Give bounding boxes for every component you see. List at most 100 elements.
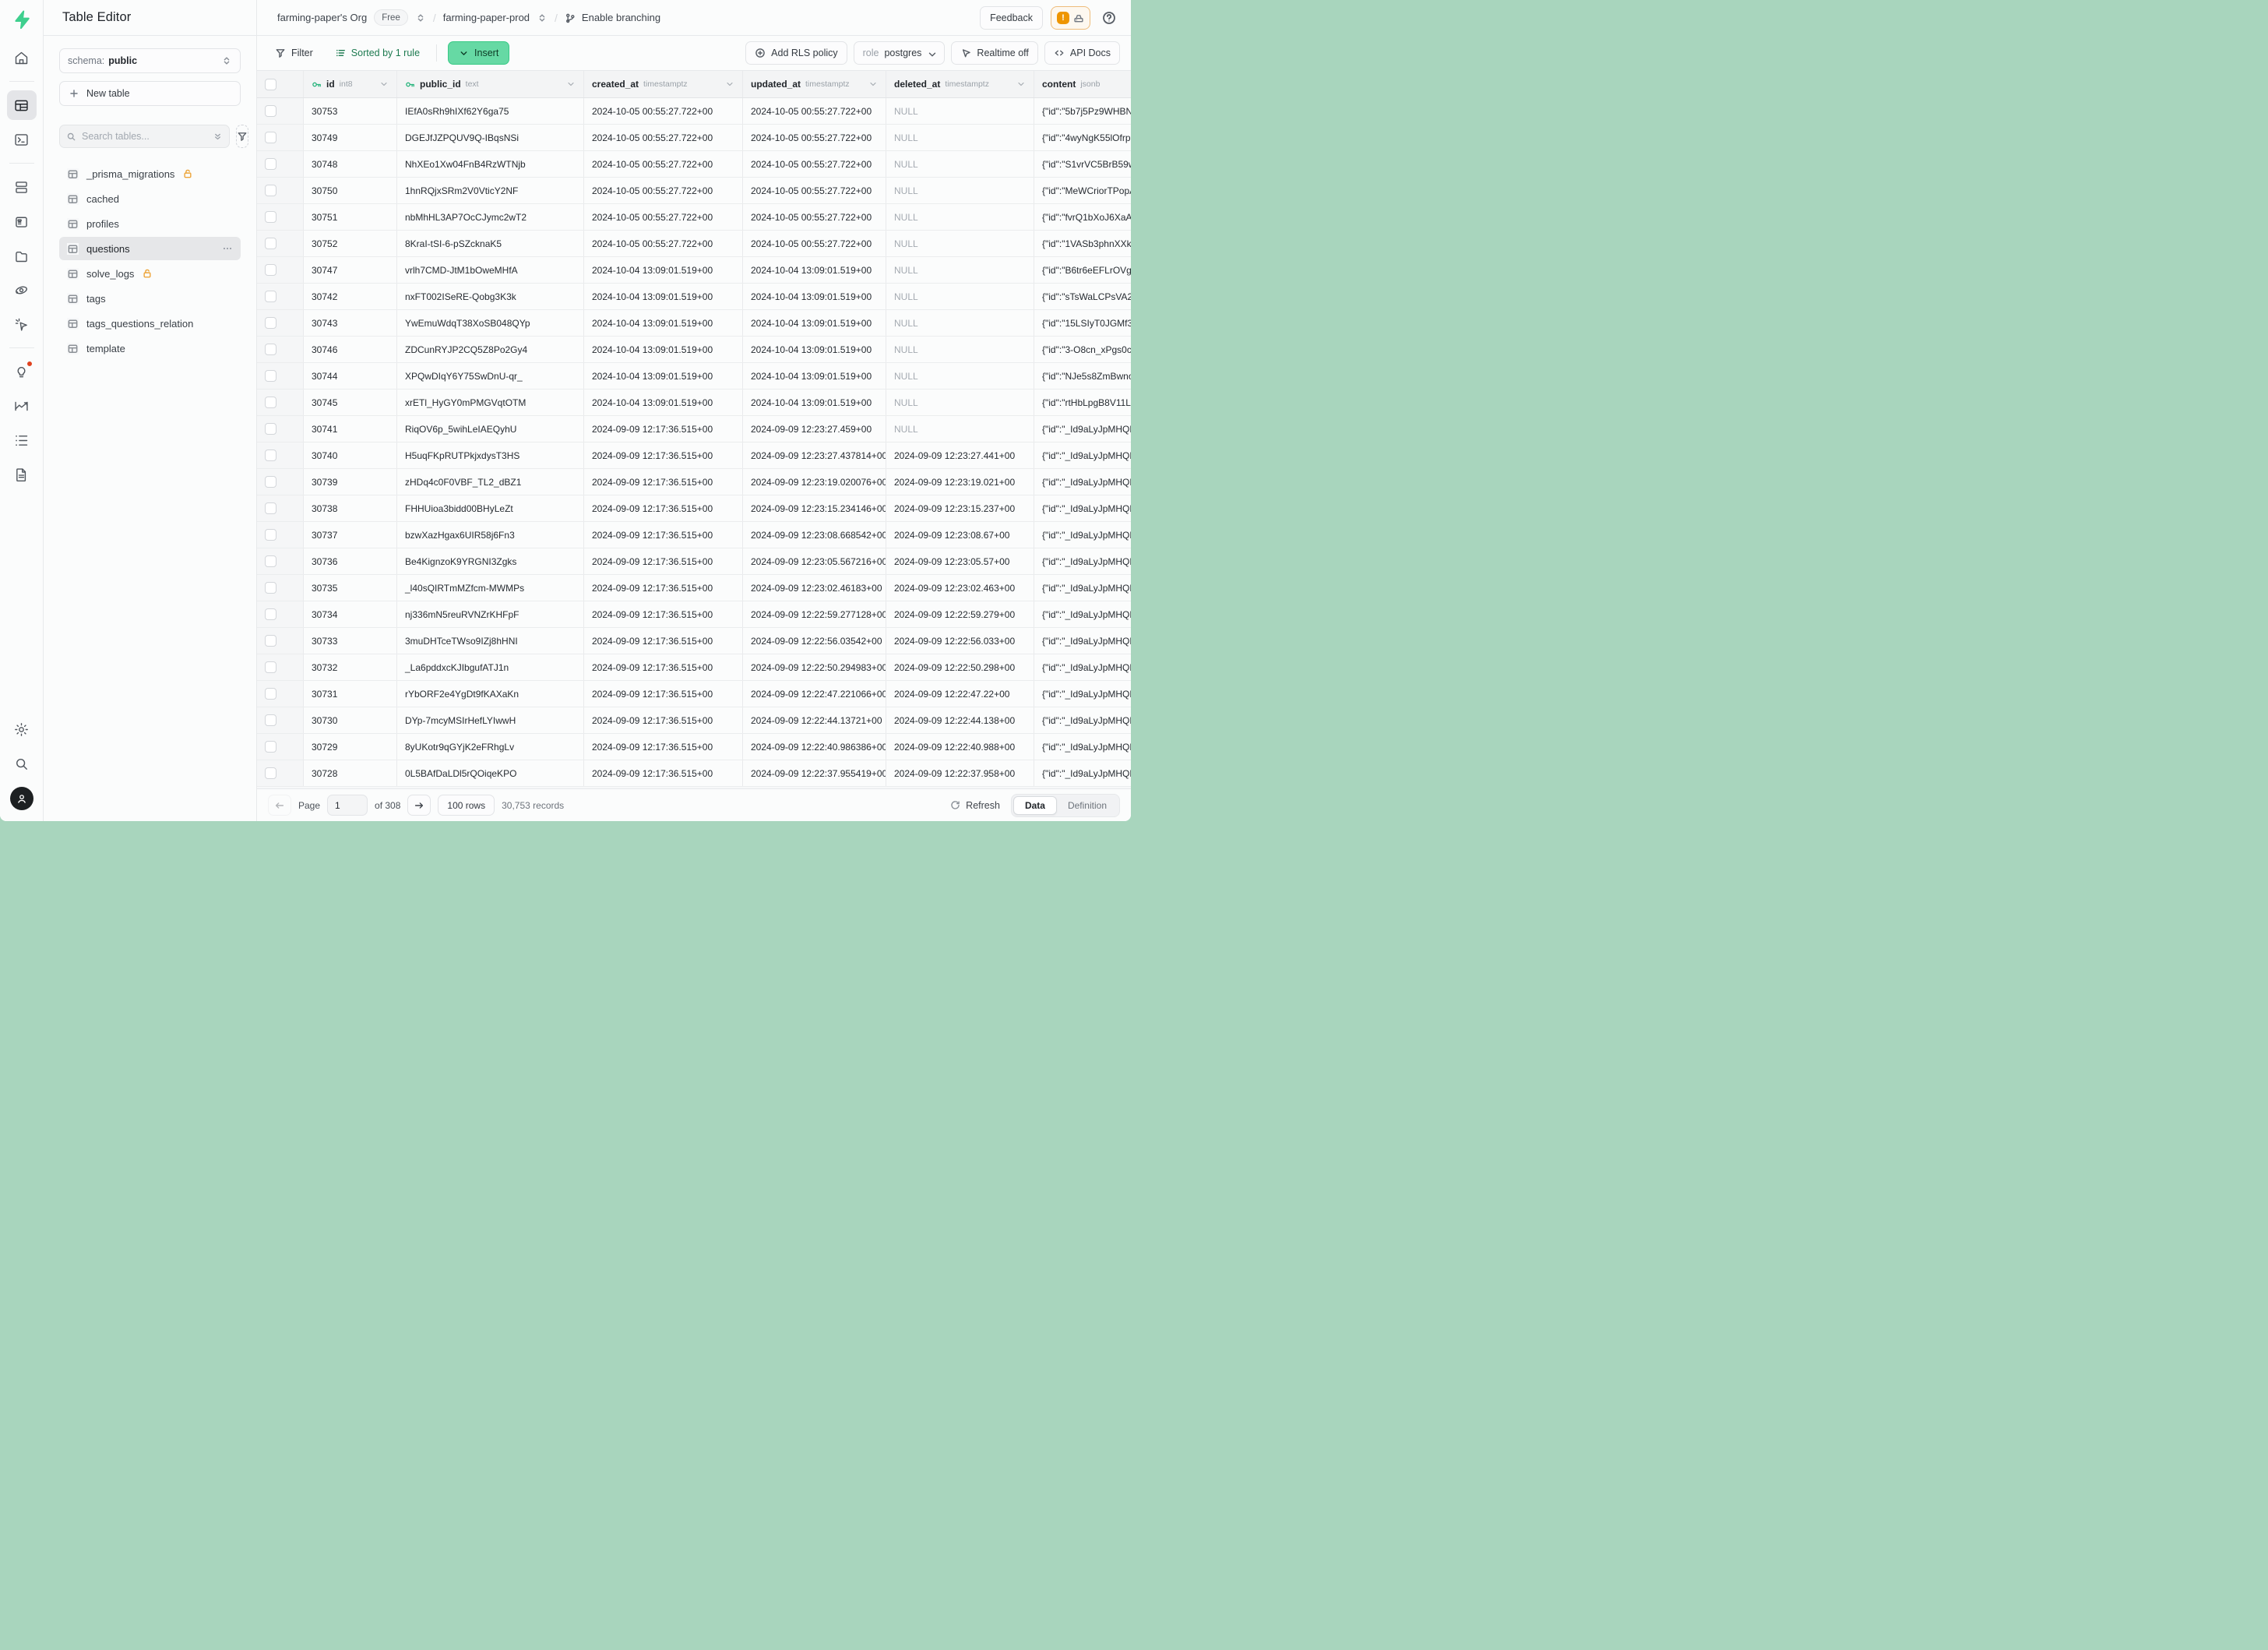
chevrons-down-icon[interactable]	[213, 132, 223, 142]
cell-created_at[interactable]: 2024-10-05 00:55:27.722+00	[584, 125, 743, 150]
row-checkbox[interactable]	[265, 450, 276, 461]
cell-content[interactable]: {"id":"_Id9aLyJpMHQLaiQC	[1034, 522, 1131, 548]
cell-created_at[interactable]: 2024-10-05 00:55:27.722+00	[584, 98, 743, 124]
add-rls-policy-button[interactable]: Add RLS policy	[745, 41, 847, 65]
cell-deleted_at[interactable]: NULL	[886, 257, 1034, 283]
column-menu-icon[interactable]	[868, 79, 878, 89]
feedback-button[interactable]: Feedback	[980, 6, 1043, 30]
select-all-checkbox[interactable]	[265, 79, 276, 90]
cell-updated_at[interactable]: 2024-09-09 12:22:47.221066+00	[743, 681, 886, 707]
cell-updated_at[interactable]: 2024-10-05 00:55:27.722+00	[743, 178, 886, 203]
cell-created_at[interactable]: 2024-09-09 12:17:36.515+00	[584, 601, 743, 627]
cell-created_at[interactable]: 2024-10-04 13:09:01.519+00	[584, 337, 743, 362]
cell-content[interactable]: {"id":"sTsWaLCPsVA2WuK2	[1034, 284, 1131, 309]
cell-id[interactable]: 30751	[304, 204, 397, 230]
cell-id[interactable]: 30744	[304, 363, 397, 389]
cell-public_id[interactable]: DGEJfJZPQUV9Q-IBqsNSi	[397, 125, 584, 150]
cell-content[interactable]: {"id":"_Id9aLyJpMHQLaiQC	[1034, 601, 1131, 627]
rows-per-page-button[interactable]: 100 rows	[438, 795, 495, 816]
project-status-button[interactable]: !	[1051, 6, 1090, 30]
realtime-toggle-button[interactable]: Realtime off	[951, 41, 1037, 65]
cell-created_at[interactable]: 2024-09-09 12:17:36.515+00	[584, 681, 743, 707]
cell-updated_at[interactable]: 2024-09-09 12:22:37.955419+00	[743, 760, 886, 786]
table-row[interactable]: 30744XPQwDIqY6Y75SwDnU-qr_2024-10-04 13:…	[257, 363, 1131, 390]
row-checkbox[interactable]	[265, 555, 276, 567]
cell-created_at[interactable]: 2024-10-04 13:09:01.519+00	[584, 390, 743, 415]
table-row[interactable]: 307298yUKotr9qGYjK2eFRhgLv2024-09-09 12:…	[257, 734, 1131, 760]
cell-updated_at[interactable]: 2024-10-05 00:55:27.722+00	[743, 151, 886, 177]
role-select[interactable]: role postgres	[854, 41, 946, 65]
cell-content[interactable]: {"id":"MeWCriorTPopA4Kc9	[1034, 178, 1131, 203]
cell-id[interactable]: 30737	[304, 522, 397, 548]
cell-id[interactable]: 30749	[304, 125, 397, 150]
cell-id[interactable]: 30733	[304, 628, 397, 654]
rail-item-advisors[interactable]	[7, 357, 37, 386]
cell-public_id[interactable]: _La6pddxcKJIbgufATJ1n	[397, 654, 584, 680]
cell-public_id[interactable]: RiqOV6p_5wihLeIAEQyhU	[397, 416, 584, 442]
row-checkbox[interactable]	[265, 476, 276, 488]
schema-select[interactable]: schema:public	[59, 48, 241, 73]
cell-id[interactable]: 30745	[304, 390, 397, 415]
cell-content[interactable]: {"id":"_Id9aLyJpMHQLaiQC	[1034, 495, 1131, 521]
sidebar-table-_prisma_migrations[interactable]: _prisma_migrations	[59, 162, 241, 185]
table-row[interactable]: 30742nxFT002ISeRE-Qobg3K3k2024-10-04 13:…	[257, 284, 1131, 310]
cell-public_id[interactable]: zHDq4c0F0VBF_TL2_dBZ1	[397, 469, 584, 495]
cell-public_id[interactable]: 8yUKotr9qGYjK2eFRhgLv	[397, 734, 584, 760]
project-selector-icon[interactable]	[537, 12, 548, 23]
column-header-updated_at[interactable]: updated_attimestamptz	[743, 71, 886, 97]
cell-updated_at[interactable]: 2024-10-04 13:09:01.519+00	[743, 310, 886, 336]
cell-created_at[interactable]: 2024-10-04 13:09:01.519+00	[584, 363, 743, 389]
cell-updated_at[interactable]: 2024-09-09 12:23:27.459+00	[743, 416, 886, 442]
cell-id[interactable]: 30741	[304, 416, 397, 442]
cell-id[interactable]: 30753	[304, 98, 397, 124]
cell-deleted_at[interactable]: 2024-09-09 12:22:37.958+00	[886, 760, 1034, 786]
cell-id[interactable]: 30738	[304, 495, 397, 521]
cell-content[interactable]: {"id":"_Id9aLyJpMHQLaiQC	[1034, 707, 1131, 733]
enable-branching-button[interactable]: Enable branching	[565, 12, 660, 23]
cell-id[interactable]: 30752	[304, 231, 397, 256]
column-header-created_at[interactable]: created_attimestamptz	[584, 71, 743, 97]
table-row[interactable]: 30738FHHUioa3bidd00BHyLeZt2024-09-09 12:…	[257, 495, 1131, 522]
cell-id[interactable]: 30747	[304, 257, 397, 283]
cell-public_id[interactable]: xrETl_HyGY0mPMGVqtOTM	[397, 390, 584, 415]
table-row[interactable]: 30747vrlh7CMD-JtM1bOweMHfA2024-10-04 13:…	[257, 257, 1131, 284]
cell-id[interactable]: 30730	[304, 707, 397, 733]
cell-updated_at[interactable]: 2024-09-09 12:23:19.020076+00	[743, 469, 886, 495]
cell-deleted_at[interactable]: 2024-09-09 12:22:50.298+00	[886, 654, 1034, 680]
cell-content[interactable]: {"id":"_Id9aLyJpMHQLaiQC	[1034, 654, 1131, 680]
rail-item-api-docs[interactable]	[7, 460, 37, 489]
row-checkbox[interactable]	[265, 291, 276, 302]
row-checkbox[interactable]	[265, 132, 276, 143]
table-row[interactable]: 30735_l40sQIRTmMZfcm-MWMPs2024-09-09 12:…	[257, 575, 1131, 601]
cell-id[interactable]: 30729	[304, 734, 397, 760]
cell-deleted_at[interactable]: 2024-09-09 12:23:15.237+00	[886, 495, 1034, 521]
row-checkbox[interactable]	[265, 608, 276, 620]
cell-created_at[interactable]: 2024-09-09 12:17:36.515+00	[584, 654, 743, 680]
rail-item-reports[interactable]	[7, 391, 37, 421]
table-row[interactable]: 30745xrETl_HyGY0mPMGVqtOTM2024-10-04 13:…	[257, 390, 1131, 416]
cell-deleted_at[interactable]: 2024-09-09 12:22:56.033+00	[886, 628, 1034, 654]
cell-content[interactable]: {"id":"5b7j5Pz9WHBNmY_A	[1034, 98, 1131, 124]
cell-content[interactable]: {"id":"NJe5s8ZmBwnoB6e3	[1034, 363, 1131, 389]
row-checkbox[interactable]	[265, 211, 276, 223]
column-header-id[interactable]: idint8	[304, 71, 397, 97]
cell-deleted_at[interactable]: NULL	[886, 98, 1034, 124]
table-row[interactable]: 307528KraI-tSI-6-pSZcknaK52024-10-05 00:…	[257, 231, 1131, 257]
rail-item-realtime[interactable]	[7, 309, 37, 339]
cell-public_id[interactable]: _l40sQIRTmMZfcm-MWMPs	[397, 575, 584, 601]
cell-public_id[interactable]: nj336mN5reuRVNZrKHFpF	[397, 601, 584, 627]
cell-public_id[interactable]: DYp-7mcyMSIrHefLYIwwH	[397, 707, 584, 733]
cell-public_id[interactable]: 3muDHTceTWso9IZj8hHNI	[397, 628, 584, 654]
cell-id[interactable]: 30740	[304, 442, 397, 468]
row-checkbox[interactable]	[265, 635, 276, 647]
org-breadcrumb[interactable]: farming-paper's Org	[277, 12, 367, 23]
table-row[interactable]: 307333muDHTceTWso9IZj8hHNI 2024-09-09 12:…	[257, 628, 1131, 654]
cell-created_at[interactable]: 2024-09-09 12:17:36.515+00	[584, 442, 743, 468]
cell-created_at[interactable]: 2024-10-04 13:09:01.519+00	[584, 310, 743, 336]
cell-id[interactable]: 30750	[304, 178, 397, 203]
search-tables-input[interactable]	[82, 131, 207, 142]
cell-created_at[interactable]: 2024-10-05 00:55:27.722+00	[584, 151, 743, 177]
row-checkbox[interactable]	[265, 688, 276, 700]
cell-created_at[interactable]: 2024-09-09 12:17:36.515+00	[584, 707, 743, 733]
row-checkbox[interactable]	[265, 582, 276, 594]
